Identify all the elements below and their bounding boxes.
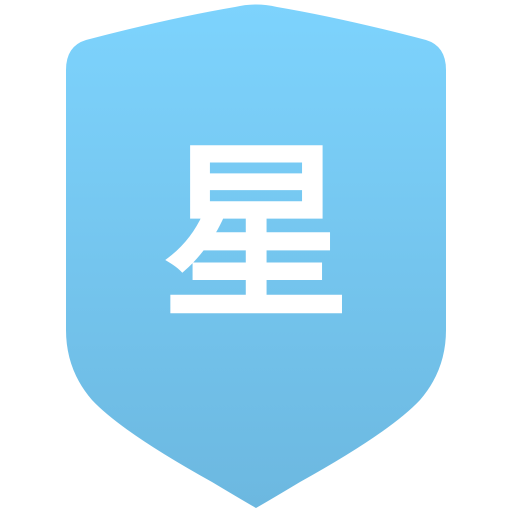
shield-badge: 星 [0, 0, 512, 512]
star-character: 星 [160, 124, 351, 345]
